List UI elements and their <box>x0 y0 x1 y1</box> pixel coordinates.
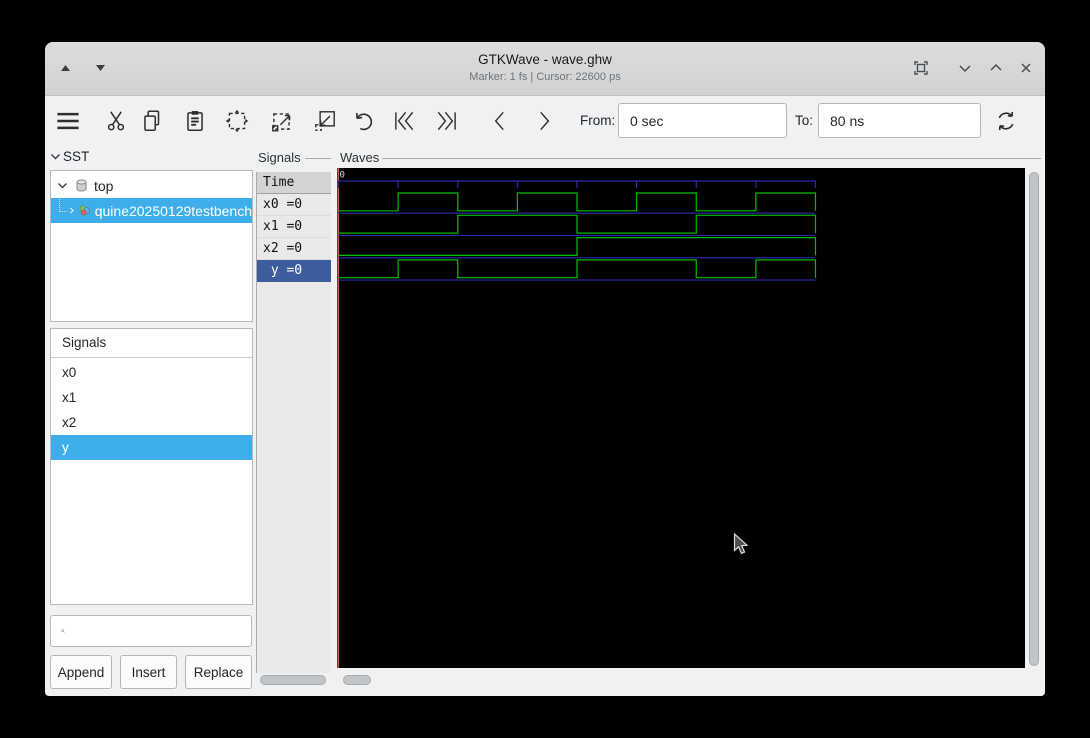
copy-icon[interactable] <box>139 108 165 134</box>
gtkwave-window: GTKWave - wave.ghw Marker: 1 fs | Cursor… <box>45 42 1045 696</box>
marker-cursor-status: Marker: 1 fs | Cursor: 22600 ps <box>45 71 1045 83</box>
next-edge-icon[interactable] <box>531 108 557 134</box>
zoom-fit-icon[interactable] <box>224 108 250 134</box>
insert-button[interactable]: Insert <box>120 655 177 689</box>
window-title: GTKWave - wave.ghw <box>45 52 1045 67</box>
cut-icon[interactable] <box>103 108 129 134</box>
frame-line <box>305 158 331 159</box>
signal-browser: Signals x0 x1 x2 y <box>50 328 253 605</box>
tree-item-label: top <box>94 178 113 194</box>
trace-y <box>339 260 816 278</box>
sst-tree-item-testbench[interactable]: quine20250129testbench <box>51 198 252 223</box>
module-icon <box>74 178 89 193</box>
fullscreen-icon[interactable] <box>909 56 933 80</box>
scrollbar-thumb[interactable] <box>1029 172 1039 666</box>
from-input[interactable] <box>618 103 787 138</box>
sst-tree: top quine20250129testbench <box>50 170 253 322</box>
to-label: To: <box>795 113 813 128</box>
reload-icon[interactable] <box>993 108 1019 134</box>
chevron-down-icon <box>50 151 61 162</box>
signal-value-row-selected[interactable]: y =0 <box>257 260 331 282</box>
list-item[interactable]: x0 <box>51 360 252 385</box>
paste-icon[interactable] <box>182 108 208 134</box>
trace-x2 <box>339 238 816 256</box>
sst-tree-item-top[interactable]: top <box>51 173 252 198</box>
tree-item-label: quine20250129testbench <box>95 203 252 219</box>
search-input[interactable] <box>71 623 251 640</box>
signals-hscrollbar[interactable] <box>260 675 326 685</box>
sst-header-label: SST <box>63 149 89 164</box>
frame-line <box>382 158 1041 159</box>
append-button[interactable]: Append <box>50 655 112 689</box>
skip-to-start-icon[interactable] <box>391 108 417 134</box>
waves-vscrollbar[interactable] <box>1028 170 1040 672</box>
signals-frame-label: Signals <box>258 150 301 165</box>
waveform-plot: 0 <box>337 168 1025 668</box>
signal-value-row[interactable]: x0 =0 <box>257 194 331 216</box>
waves-hscrollbar[interactable] <box>343 675 371 685</box>
maximize-icon[interactable] <box>984 56 1008 80</box>
tree-connector <box>59 199 67 212</box>
trace-x1 <box>339 215 816 233</box>
undo-icon[interactable] <box>350 108 376 134</box>
titlebar[interactable]: GTKWave - wave.ghw Marker: 1 fs | Cursor… <box>45 42 1045 96</box>
skip-to-end-icon[interactable] <box>434 108 460 134</box>
waves-frame-label: Waves <box>340 150 379 165</box>
zoom-in-icon[interactable] <box>269 108 295 134</box>
signal-browser-header: Signals <box>51 329 252 358</box>
wave-canvas[interactable]: 0 <box>337 168 1025 668</box>
signals-column: Time x0 =0 x1 =0 x2 =0 y =0 <box>256 172 331 673</box>
chevron-down-icon <box>57 180 68 191</box>
close-icon[interactable] <box>1014 56 1038 80</box>
signal-value-row[interactable]: x1 =0 <box>257 216 331 238</box>
list-item[interactable]: x1 <box>51 385 252 410</box>
trace-x0 <box>339 193 816 211</box>
from-label: From: <box>580 113 615 128</box>
sst-expander[interactable]: SST <box>50 149 89 164</box>
scope-icon <box>79 202 91 219</box>
previous-edge-icon[interactable] <box>487 108 513 134</box>
zoom-out-icon[interactable] <box>312 108 338 134</box>
minimize-icon[interactable] <box>953 56 977 80</box>
signal-search-box[interactable] <box>50 615 252 647</box>
to-input[interactable] <box>818 103 981 138</box>
list-item[interactable]: x2 <box>51 410 252 435</box>
replace-button[interactable]: Replace <box>185 655 252 689</box>
time-column-header[interactable]: Time <box>257 172 331 194</box>
menu-icon[interactable] <box>53 106 83 136</box>
mouse-cursor <box>733 533 751 557</box>
signal-value-row[interactable]: x2 =0 <box>257 238 331 260</box>
time-origin-label: 0 <box>340 171 345 181</box>
chevron-right-icon <box>68 205 75 216</box>
search-icon <box>61 624 65 638</box>
list-item-selected[interactable]: y <box>51 435 252 460</box>
